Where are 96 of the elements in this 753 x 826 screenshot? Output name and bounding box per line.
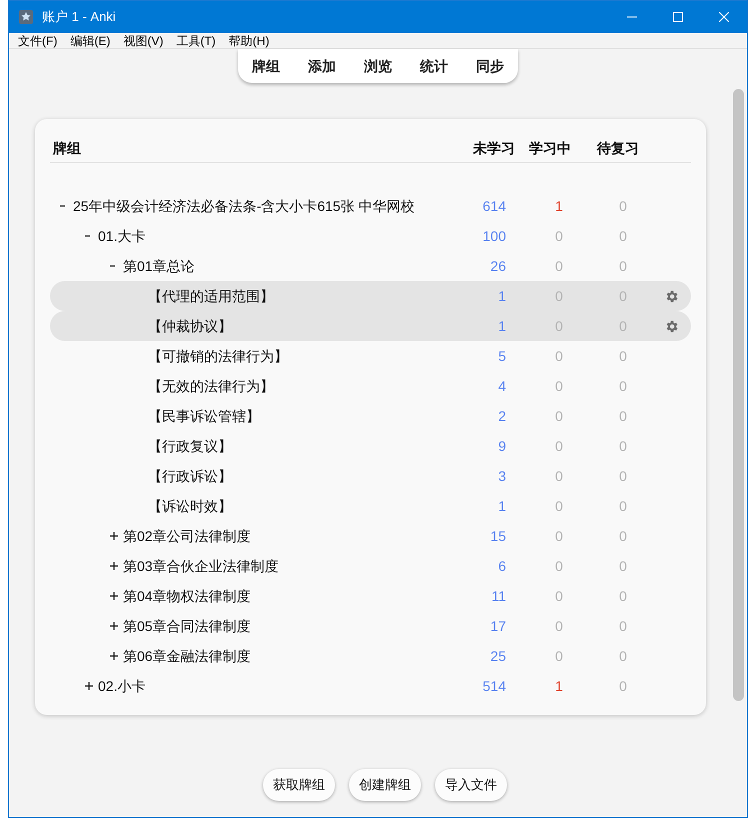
new-count: 15 bbox=[490, 528, 506, 544]
toolbar-link[interactable]: 牌组 bbox=[248, 56, 284, 76]
new-count: 26 bbox=[490, 258, 506, 274]
learn-count: 0 bbox=[555, 228, 563, 244]
deck-name[interactable]: 02.小卡 bbox=[98, 676, 146, 696]
deck-name[interactable]: 【仲裁协议】 bbox=[148, 316, 232, 336]
new-count: 514 bbox=[482, 678, 506, 694]
deck-name[interactable]: 【行政诉讼】 bbox=[148, 466, 232, 486]
deck-name[interactable]: 【代理的适用范围】 bbox=[148, 286, 274, 306]
column-header: 未学习 bbox=[472, 139, 515, 158]
plus-icon[interactable] bbox=[110, 652, 118, 660]
plus-icon[interactable] bbox=[110, 592, 118, 600]
maximize-icon bbox=[673, 12, 683, 22]
learn-count: 1 bbox=[555, 198, 563, 214]
review-count: 0 bbox=[619, 618, 627, 634]
action-button[interactable]: 导入文件 bbox=[435, 769, 507, 801]
deck-name[interactable]: 【行政复议】 bbox=[148, 436, 232, 456]
column-header: 牌组 bbox=[52, 139, 82, 158]
deck-name[interactable]: 第05章合同法律制度 bbox=[123, 616, 251, 636]
new-count: 4 bbox=[498, 378, 506, 394]
review-count: 0 bbox=[619, 228, 627, 244]
review-count: 0 bbox=[619, 498, 627, 514]
settings-icon[interactable] bbox=[664, 288, 678, 304]
review-count: 0 bbox=[619, 438, 627, 454]
deck-name[interactable]: 第04章物权法律制度 bbox=[123, 586, 251, 606]
window-title: 账户 1 - Anki bbox=[42, 8, 116, 26]
close-icon bbox=[719, 12, 729, 22]
review-count: 0 bbox=[619, 408, 627, 424]
new-count: 1 bbox=[498, 318, 506, 334]
action-button[interactable]: 创建牌组 bbox=[349, 769, 421, 801]
menu-item[interactable]: 视图(V) bbox=[123, 32, 164, 50]
toolbar-link[interactable]: 同步 bbox=[472, 56, 508, 76]
new-count: 100 bbox=[482, 228, 506, 244]
learn-count: 0 bbox=[555, 648, 563, 664]
menu-item[interactable]: 帮助(H) bbox=[228, 32, 270, 50]
menu-item[interactable]: 文件(F) bbox=[18, 32, 58, 50]
learn-count: 0 bbox=[555, 378, 563, 394]
review-count: 0 bbox=[619, 198, 627, 214]
new-count: 5 bbox=[498, 348, 506, 364]
review-count: 0 bbox=[619, 258, 627, 274]
plus-icon[interactable] bbox=[110, 532, 118, 540]
deck-name[interactable]: 【可撤销的法律行为】 bbox=[148, 346, 288, 366]
learn-count: 0 bbox=[555, 558, 563, 574]
deck-name[interactable]: 第06章金融法律制度 bbox=[123, 646, 251, 666]
minus-icon[interactable] bbox=[85, 235, 90, 237]
deck-name[interactable]: 【无效的法律行为】 bbox=[148, 376, 274, 396]
learn-count: 0 bbox=[555, 258, 563, 274]
learn-count: 0 bbox=[555, 588, 563, 604]
action-button[interactable]: 获取牌组 bbox=[263, 769, 335, 801]
plus-icon[interactable] bbox=[110, 622, 118, 630]
review-count: 0 bbox=[619, 378, 627, 394]
deck-name[interactable]: 25年中级会计经济法必备法条-含大小卡615张 中华网校 bbox=[73, 196, 414, 216]
toolbar-link[interactable]: 统计 bbox=[416, 56, 452, 76]
deck-name[interactable]: 【民事诉讼管辖】 bbox=[148, 406, 260, 426]
minus-icon[interactable] bbox=[60, 205, 65, 207]
review-count: 0 bbox=[619, 588, 627, 604]
deck-name[interactable]: 第02章公司法律制度 bbox=[123, 526, 251, 546]
new-count: 6 bbox=[498, 558, 506, 574]
learn-count: 0 bbox=[555, 348, 563, 364]
review-count: 0 bbox=[619, 348, 627, 364]
learn-count: 0 bbox=[555, 408, 563, 424]
toolbar-link[interactable]: 添加 bbox=[304, 56, 340, 76]
new-count: 9 bbox=[498, 438, 506, 454]
review-count: 0 bbox=[619, 648, 627, 664]
new-count: 17 bbox=[490, 618, 506, 634]
settings-icon[interactable] bbox=[664, 318, 678, 334]
learn-count: 0 bbox=[555, 498, 563, 514]
new-count: 3 bbox=[498, 468, 506, 484]
learn-count: 0 bbox=[555, 528, 563, 544]
learn-count: 0 bbox=[555, 618, 563, 634]
learn-count: 0 bbox=[555, 438, 563, 454]
learn-count: 1 bbox=[555, 678, 563, 694]
toolbar-link[interactable]: 浏览 bbox=[360, 56, 396, 76]
new-count: 2 bbox=[498, 408, 506, 424]
plus-icon[interactable] bbox=[85, 682, 93, 690]
minus-icon[interactable] bbox=[110, 265, 115, 267]
menu-item[interactable]: 编辑(E) bbox=[70, 32, 110, 50]
deck-name[interactable]: 第03章合伙企业法律制度 bbox=[123, 556, 279, 576]
new-count: 1 bbox=[498, 498, 506, 514]
review-count: 0 bbox=[619, 528, 627, 544]
new-count: 11 bbox=[491, 588, 506, 604]
review-count: 0 bbox=[619, 678, 627, 694]
column-header: 待复习 bbox=[596, 139, 640, 158]
new-count: 25 bbox=[490, 648, 506, 664]
deck-name[interactable]: 【诉讼时效】 bbox=[148, 496, 232, 516]
deck-name[interactable]: 第01章总论 bbox=[123, 256, 195, 276]
new-count: 1 bbox=[498, 288, 506, 304]
review-count: 0 bbox=[619, 468, 627, 484]
new-count: 614 bbox=[482, 198, 506, 214]
column-header: 学习中 bbox=[528, 139, 572, 158]
app-icon bbox=[18, 9, 34, 25]
learn-count: 0 bbox=[555, 468, 563, 484]
review-count: 0 bbox=[619, 558, 627, 574]
menu-item[interactable]: 工具(T) bbox=[176, 32, 216, 50]
deck-name[interactable]: 01.大卡 bbox=[98, 226, 146, 246]
plus-icon[interactable] bbox=[110, 562, 118, 570]
